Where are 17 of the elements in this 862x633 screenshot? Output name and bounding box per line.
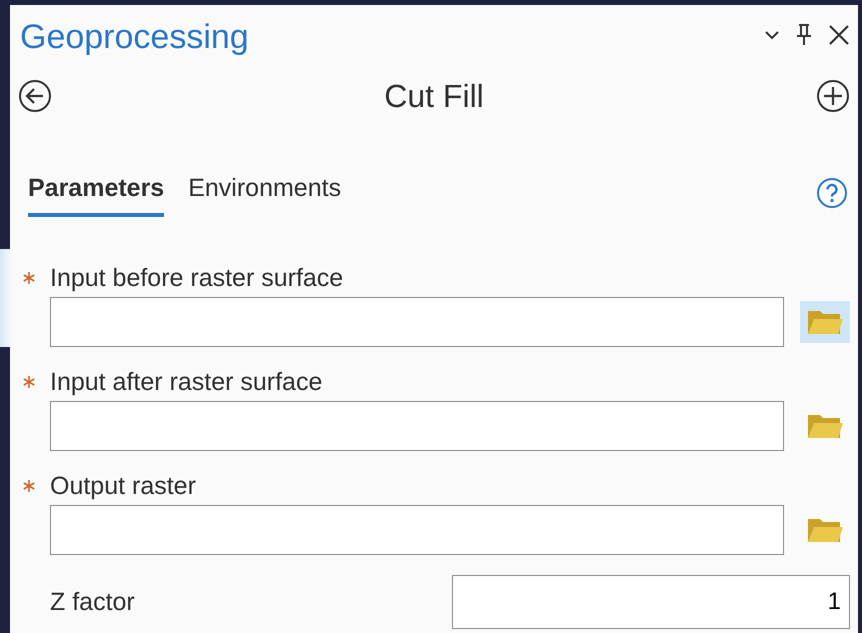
help-icon[interactable] bbox=[816, 177, 848, 210]
tool-title: Cut Fill bbox=[384, 76, 484, 116]
number-field[interactable]: 1 bbox=[452, 575, 850, 630]
add-icon[interactable] bbox=[816, 78, 850, 113]
pin-icon[interactable] bbox=[796, 23, 812, 48]
input-field[interactable] bbox=[50, 297, 784, 348]
parameter-label: Output raster bbox=[50, 471, 197, 502]
parameter-label: Z factor bbox=[50, 587, 136, 618]
parameter-label: Input after raster surface bbox=[50, 367, 324, 398]
tab[interactable]: Environments bbox=[188, 170, 342, 218]
back-icon[interactable] bbox=[18, 78, 52, 113]
close-icon[interactable] bbox=[828, 23, 850, 48]
input-field[interactable] bbox=[50, 401, 784, 452]
parameter-label: Input before raster surface bbox=[50, 263, 344, 294]
pane-title: Geoprocessing bbox=[19, 17, 250, 58]
tab[interactable]: Parameters bbox=[28, 170, 164, 218]
input-field[interactable] bbox=[50, 505, 784, 556]
